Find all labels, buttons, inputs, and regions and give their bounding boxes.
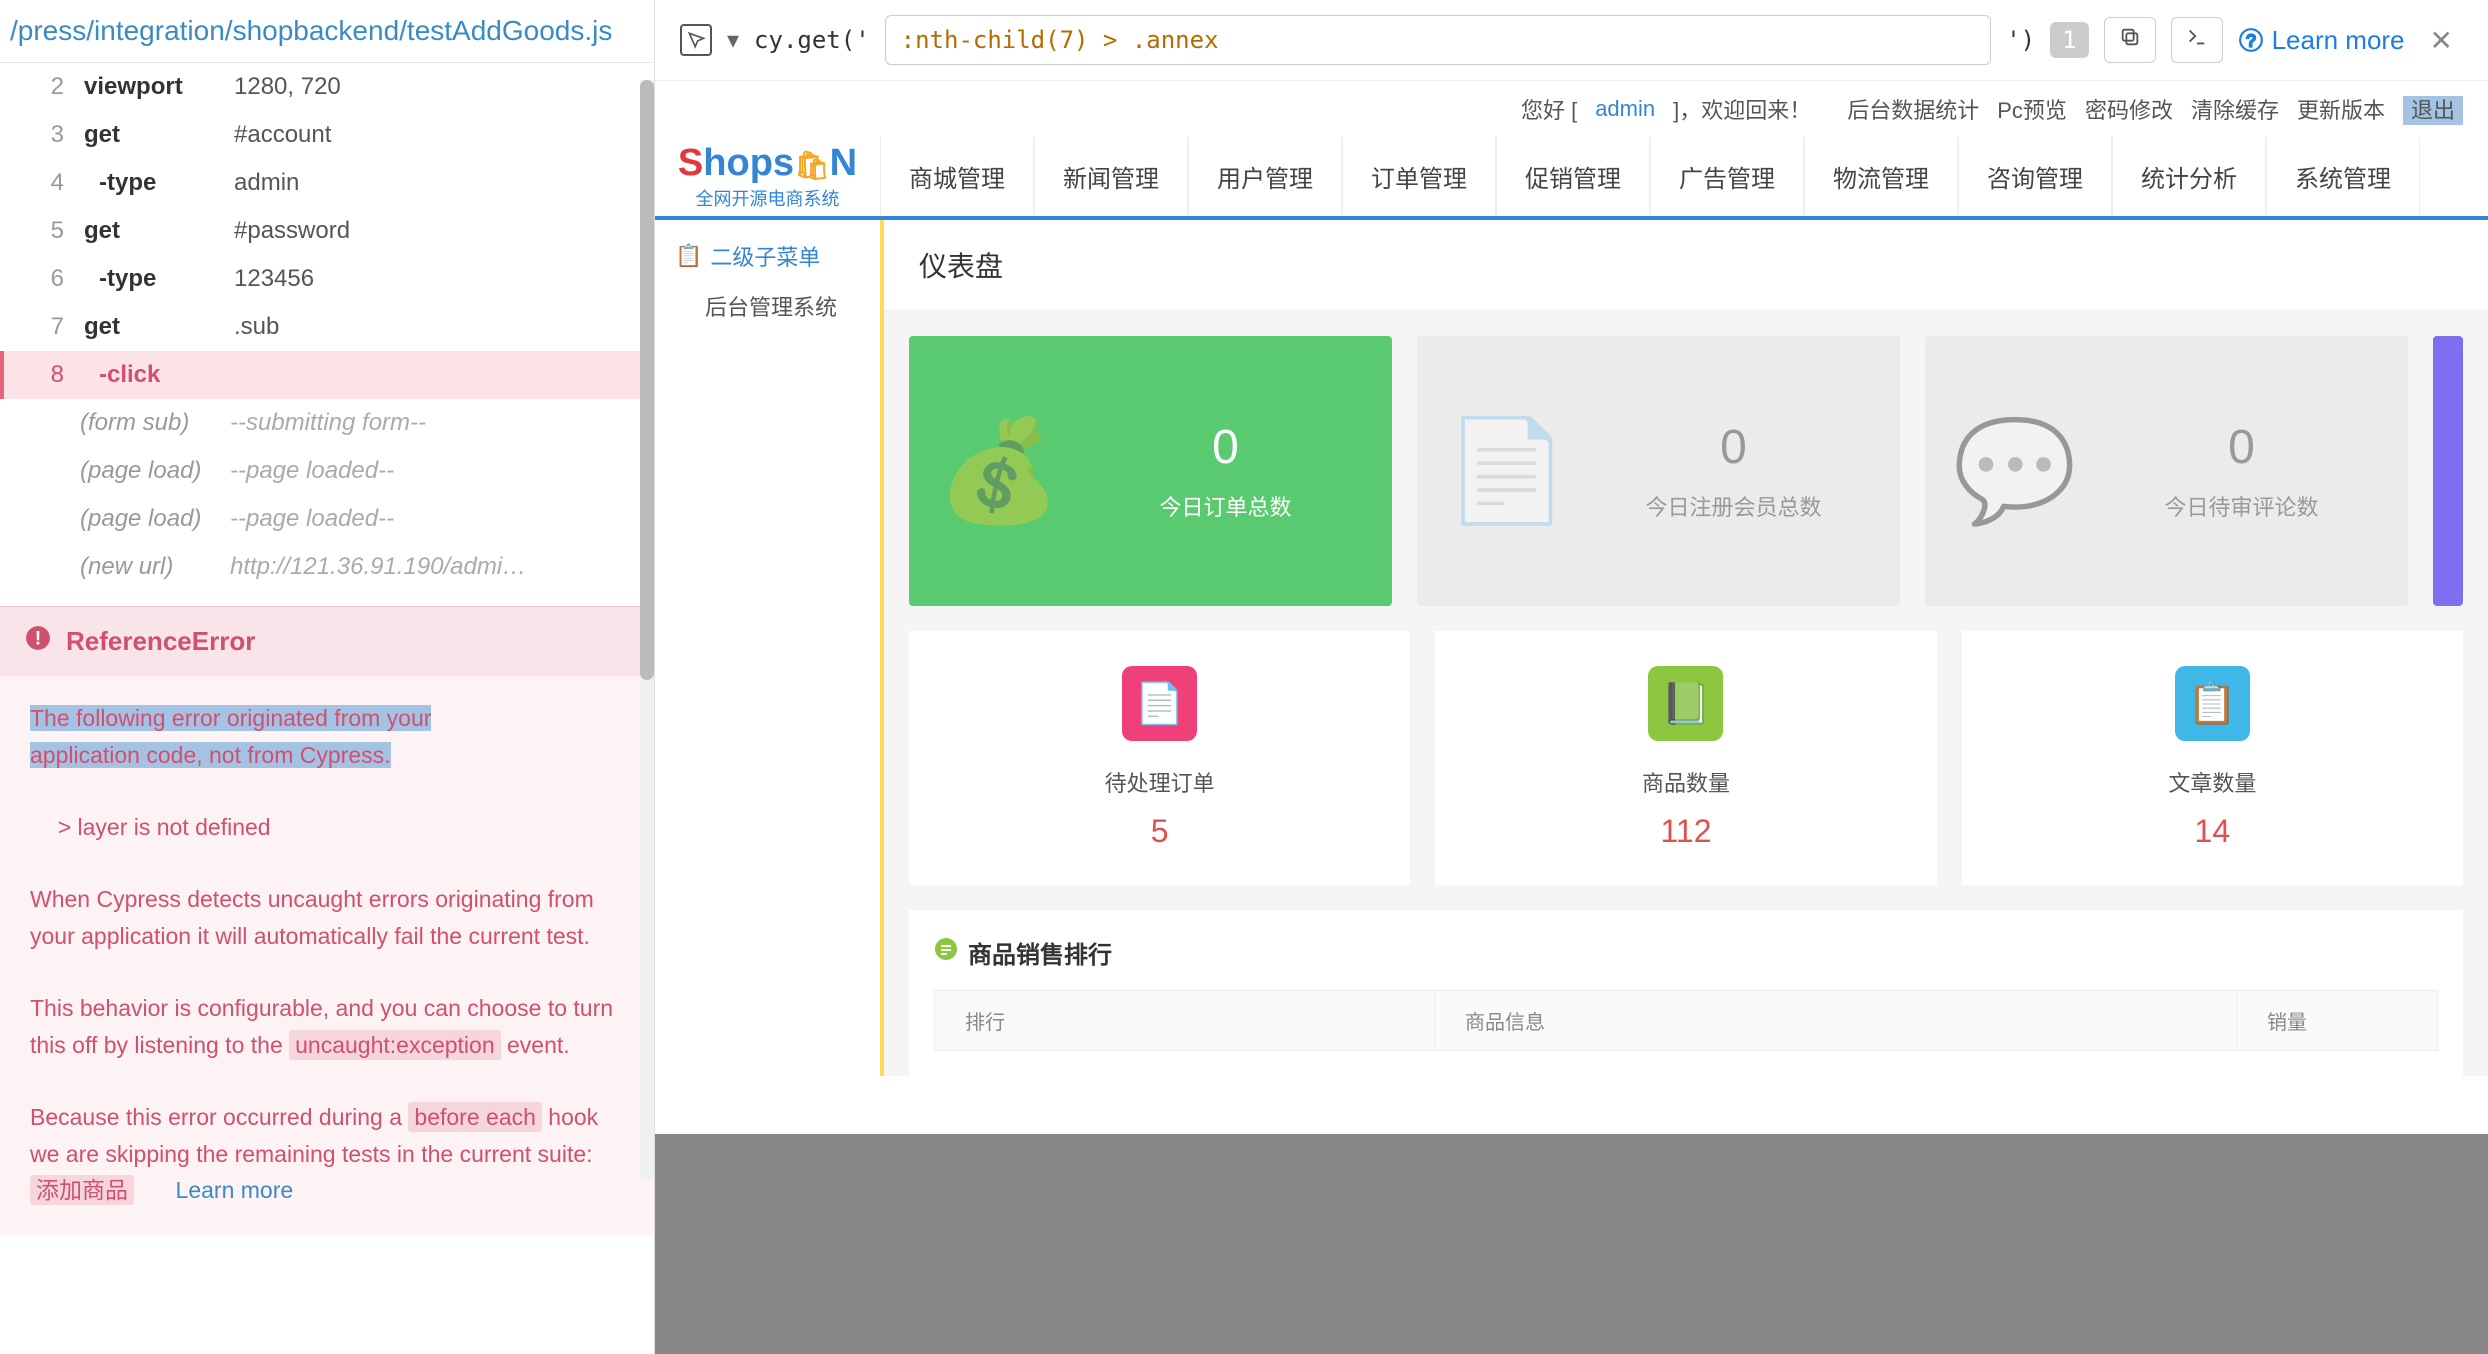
sidebar: 📋 二级子菜单 后台管理系统 — [655, 220, 880, 1076]
copy-button[interactable] — [2104, 17, 2156, 63]
learn-more-link[interactable]: ? Learn more — [2238, 25, 2405, 56]
toplink[interactable]: 后台数据统计 — [1847, 98, 1979, 123]
nav-item[interactable]: 系统管理 — [2266, 137, 2420, 216]
sidebar-item[interactable]: 后台管理系统 — [675, 290, 860, 322]
command-row[interactable]: 3get#account — [0, 111, 654, 159]
command-log: 2viewport1280, 7203get#account4-typeadmi… — [0, 63, 654, 591]
error-learn-more-link[interactable]: Learn more — [176, 1177, 294, 1203]
app-preview-panel: ▾ cy.get(' :nth-child(7) > .annex ') 1 ?… — [655, 0, 2488, 1354]
get-prefix: cy.get(' — [754, 26, 870, 54]
page-title: 仪表盘 — [884, 220, 2488, 311]
command-row[interactable]: 6-type123456 — [0, 255, 654, 303]
nav-item[interactable]: 物流管理 — [1804, 137, 1958, 216]
print-button[interactable] — [2171, 17, 2223, 63]
command-row[interactable]: 8-click — [0, 351, 654, 399]
main-nav: 商城管理新闻管理用户管理订单管理促销管理广告管理物流管理咨询管理统计分析系统管理 — [880, 137, 2488, 216]
info-cards: 📄待处理订单5📗商品数量112📋文章数量14 — [884, 631, 2488, 910]
event-row[interactable]: (page load)--page loaded-- — [0, 447, 654, 495]
nav-item[interactable]: 促销管理 — [1496, 137, 1650, 216]
inspector-icon[interactable] — [680, 24, 712, 56]
toplink[interactable]: 清除缓存 — [2191, 98, 2279, 123]
nav-item[interactable]: 商城管理 — [880, 137, 1034, 216]
info-card[interactable]: 📄待处理订单5 — [909, 631, 1410, 885]
command-log-panel: /press/integration/shopbackend/testAddGo… — [0, 0, 655, 1354]
rank-col-rank: 排行 — [935, 991, 1435, 1050]
toplink[interactable]: 退出 — [2403, 96, 2463, 125]
rank-section: 商品销售排行 排行 商品信息 销量 — [909, 910, 2463, 1076]
svg-text:!: ! — [35, 628, 42, 650]
toplink[interactable]: 密码修改 — [2085, 98, 2173, 123]
command-row[interactable]: 2viewport1280, 720 — [0, 63, 654, 111]
selector-input[interactable]: :nth-child(7) > .annex — [885, 15, 1992, 65]
rank-col-info: 商品信息 — [1435, 991, 2237, 1050]
error-icon: ! — [25, 625, 51, 658]
list-icon — [934, 937, 958, 968]
app-header: Shops🛍N 全网开源电商系统 商城管理新闻管理用户管理订单管理促销管理广告管… — [655, 137, 2488, 220]
match-count: 1 — [2050, 22, 2088, 58]
get-suffix: ') — [2006, 26, 2035, 54]
nav-item[interactable]: 用户管理 — [1188, 137, 1342, 216]
method-dropdown-icon[interactable]: ▾ — [727, 26, 739, 55]
event-row[interactable]: (page load)--page loaded-- — [0, 495, 654, 543]
info-card[interactable]: 📗商品数量112 — [1435, 631, 1936, 885]
command-row[interactable]: 7get.sub — [0, 303, 654, 351]
nav-item[interactable]: 统计分析 — [2112, 137, 2266, 216]
content-area: 仪表盘 💰0今日订单总数📄0今日注册会员总数💬0今日待审评论数 📄待处理订单5📗… — [880, 220, 2488, 1076]
nav-item[interactable]: 广告管理 — [1650, 137, 1804, 216]
info-card[interactable]: 📋文章数量14 — [1962, 631, 2463, 885]
error-body: The following error originated from your… — [0, 676, 654, 1235]
toplink[interactable]: Pc预览 — [1997, 98, 2067, 123]
toplink[interactable]: 更新版本 — [2297, 98, 2385, 123]
event-row[interactable]: (new url)http://121.36.91.190/admi… — [0, 543, 654, 591]
stat-card[interactable]: 📄0今日注册会员总数 — [1417, 336, 1900, 606]
stat-card[interactable]: 💰0今日订单总数 — [909, 336, 1392, 606]
logo[interactable]: Shops🛍N 全网开源电商系统 — [655, 137, 880, 216]
app-topbar: 您好 [ admin ]，欢迎回来！ 后台数据统计Pc预览密码修改清除缓存更新版… — [655, 81, 2488, 137]
resize-overlay — [655, 1134, 2488, 1354]
error-title: ReferenceError — [66, 626, 255, 657]
command-row[interactable]: 4-typeadmin — [0, 159, 654, 207]
nav-item[interactable]: 新闻管理 — [1034, 137, 1188, 216]
stat-card-partial — [2433, 336, 2463, 606]
nav-item[interactable]: 订单管理 — [1342, 137, 1496, 216]
event-row[interactable]: (form sub)--submitting form-- — [0, 399, 654, 447]
sidebar-title[interactable]: 📋 二级子菜单 — [675, 240, 860, 272]
close-icon[interactable]: ✕ — [2420, 24, 2463, 57]
admin-link[interactable]: admin — [1595, 96, 1655, 122]
stat-cards: 💰0今日订单总数📄0今日注册会员总数💬0今日待审评论数 — [884, 311, 2488, 631]
scrollbar[interactable] — [640, 80, 654, 1180]
rank-table-header: 排行 商品信息 销量 — [934, 990, 2438, 1051]
stat-card[interactable]: 💬0今日待审评论数 — [1925, 336, 2408, 606]
file-path[interactable]: /press/integration/shopbackend/testAddGo… — [0, 0, 654, 63]
rank-col-sales: 销量 — [2237, 991, 2437, 1050]
svg-text:?: ? — [2246, 31, 2256, 51]
error-header[interactable]: ! ReferenceError — [0, 606, 654, 676]
menu-icon: 📋 — [675, 243, 702, 269]
scrollbar-thumb[interactable] — [640, 80, 654, 680]
selector-playground-toolbar: ▾ cy.get(' :nth-child(7) > .annex ') 1 ?… — [655, 0, 2488, 81]
nav-item[interactable]: 咨询管理 — [1958, 137, 2112, 216]
command-row[interactable]: 5get#password — [0, 207, 654, 255]
app-under-test: 您好 [ admin ]，欢迎回来！ 后台数据统计Pc预览密码修改清除缓存更新版… — [655, 81, 2488, 1354]
